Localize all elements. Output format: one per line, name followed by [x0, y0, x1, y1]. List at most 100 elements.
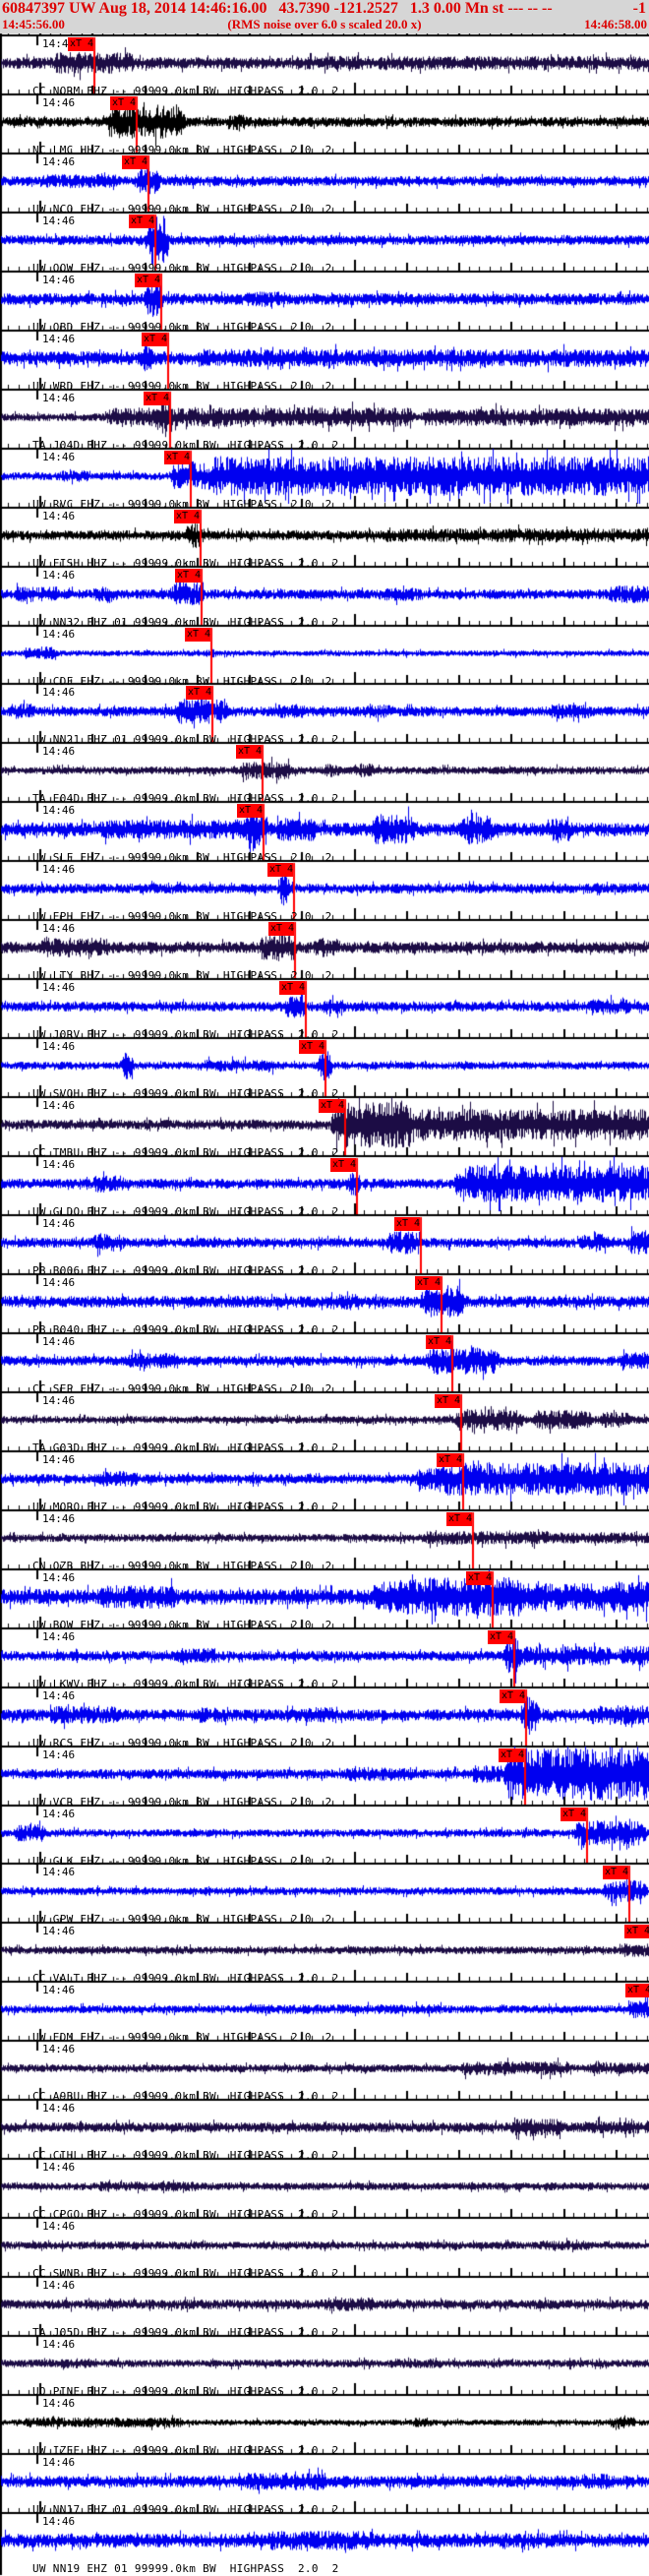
trace-time-label: 14:46 — [42, 2515, 76, 2528]
trace-station-label: CC VALT BHZ -- 99999.0km BW HIGHPASS 2.0… — [32, 1972, 339, 1985]
trace-station-label: UW RCS EHZ -- 99999.0km BW HIGHPASS 2.0 … — [32, 1737, 332, 1749]
trace-time-label: 14:46 — [42, 686, 76, 699]
pick-flag[interactable]: xT 4 — [236, 745, 262, 759]
trace-time-label: 14:46 — [42, 1808, 76, 1820]
trace-time-label: 14:46 — [42, 804, 76, 817]
trace-time-label: 14:46 — [42, 1394, 76, 1407]
trace-station-label: CC A9BU BHZ -- 99999.0km BW HIGHPASS 2.0… — [32, 2090, 339, 2103]
pick-flag[interactable]: xT 4 — [319, 1099, 344, 1113]
trace-time-label: 14:46 — [42, 392, 76, 404]
trace-time-label: 14:46 — [42, 1689, 76, 1702]
pick-flag[interactable]: xT 4 — [330, 1158, 356, 1172]
trace-station-label: UW WRD EHZ -- 99999.0km BW HIGHPASS 2.0 … — [32, 380, 332, 393]
pick-flag[interactable]: xT 4 — [499, 1748, 524, 1762]
trace-time-label: 14:46 — [42, 2456, 76, 2469]
trace-time-label: 14:46 — [42, 1512, 76, 1525]
pick-flag[interactable]: xT 4 — [185, 628, 210, 642]
pick-flag[interactable]: xT 4 — [237, 804, 263, 818]
pick-flag[interactable]: xT 4 — [267, 863, 293, 877]
trace-time-label: 14:46 — [42, 155, 76, 168]
pick-flag[interactable]: xT 4 — [175, 569, 201, 583]
trace-station-label: CC SWNB BHZ -- 99999.0km BW HIGHPASS 2.0… — [32, 2267, 339, 2280]
trace-time-label: 14:46 — [42, 1158, 76, 1171]
pick-flag[interactable]: xT 4 — [122, 155, 148, 169]
trace-station-label: UW GPW EHZ -- 99999.0km BW HIGHPASS 2.0 … — [32, 1913, 332, 1926]
trace-time-label: 14:46 — [42, 2102, 76, 2115]
trace-time-label: 14:46 — [42, 1099, 76, 1112]
pick-flag[interactable]: xT 4 — [135, 274, 160, 287]
event-header: 60847397 UW Aug 18, 2014 14:46:16.00 43.… — [0, 0, 649, 33]
pick-flag[interactable]: xT 4 — [268, 922, 294, 936]
pick-flag[interactable]: xT 4 — [437, 1453, 462, 1467]
pick-flag[interactable]: xT 4 — [466, 1571, 492, 1585]
pick-flag[interactable]: xT 4 — [625, 1984, 649, 1997]
trace-time-label: 14:46 — [42, 1276, 76, 1289]
trace-time-label: 14:46 — [42, 863, 76, 876]
pick-flag[interactable]: xT 4 — [186, 686, 211, 700]
trace-time-label: 14:46 — [42, 2338, 76, 2351]
pick-flag[interactable]: xT 4 — [560, 1808, 586, 1821]
pick-flag[interactable]: xT 4 — [174, 510, 200, 523]
trace-time-label: 14:46 — [42, 274, 76, 286]
pick-flag[interactable]: xT 4 — [624, 1925, 649, 1938]
trace-station-label: UW NN21 EHZ 01 99999.0km BW HIGHPASS 2.0… — [32, 733, 339, 746]
pick-flag[interactable]: xT 4 — [299, 1040, 324, 1054]
trace-time-label: 14:46 — [42, 1984, 76, 1996]
trace-time-label: 14:46 — [42, 333, 76, 345]
event-summary: 60847397 UW Aug 18, 2014 14:46:16.00 43.… — [2, 0, 553, 17]
trace-station-label: UW VCR EHZ -- 99999.0km BW HIGHPASS 2.0 … — [32, 1796, 332, 1809]
trace-time-label: 14:46 — [42, 1630, 76, 1643]
trace-time-label: 14:46 — [42, 1453, 76, 1466]
trace-time-label: 14:46 — [42, 1866, 76, 1878]
pick-flag[interactable]: xT 4 — [603, 1866, 628, 1879]
trace-time-label: 14:46 — [42, 215, 76, 227]
trace-time-label: 14:46 — [42, 1748, 76, 1761]
pick-flag[interactable]: xT 4 — [394, 1217, 420, 1231]
trace-time-label: 14:46 — [42, 2397, 76, 2410]
trace-station-label: UW IZEE HHZ -- 99999.0km BW HIGHPASS 2.0… — [32, 2444, 339, 2457]
trace-time-label: 14:46 — [42, 1335, 76, 1348]
pick-flag[interactable]: xT 4 — [144, 392, 169, 405]
trace-time-label: 14:46 — [42, 2279, 76, 2292]
trace-station-label: UW SVQH EHZ -- 99999.0km BW HIGHPASS 2.0… — [32, 1087, 339, 1100]
trace-station-label: UW GLDO EHZ -- 99999.0km BW HIGHPASS 2.0… — [32, 1205, 339, 1218]
pick-flag[interactable]: xT 4 — [279, 981, 305, 995]
trace-time-label: 14:46 — [42, 2161, 76, 2174]
trace-station-label: CC CIHL BHZ -- 99999.0km BW HIGHPASS 2.0… — [32, 2149, 339, 2162]
trace-station-label: UW CDF EHZ -- 99999.0km BW HIGHPASS 2.0 … — [32, 675, 332, 688]
pick-flag[interactable]: xT 4 — [426, 1335, 451, 1349]
trace-station-label: UW NCO EHZ -- 99999.0km BW HIGHPASS 2.0 … — [32, 203, 332, 215]
trace-station-label: UW EDM EHZ -- 99999.0km BW HIGHPASS 2.0 … — [32, 2031, 332, 2044]
trace-time-label: 14:46 — [42, 2043, 76, 2055]
trace-station-label: UW LKWV EHZ -- 99999.0km BW HIGHPASS 2.0… — [32, 1678, 339, 1690]
trace-time-label: 14:46 — [42, 451, 76, 463]
pick-flag[interactable]: xT 4 — [142, 333, 167, 346]
pick-flag[interactable]: xT 4 — [446, 1512, 472, 1526]
trace-station-label: CN OZB BHZ -- 99999.0km BW HIGHPASS 2.0 … — [32, 1560, 332, 1572]
pick-flag[interactable]: xT 4 — [488, 1630, 513, 1644]
trace-station-label: CC TMBU BHZ -- 99999.0km BW HIGHPASS 2.0… — [32, 1146, 339, 1159]
trace-station-label: UW BOW EHZ -- 99999.0km BW HIGHPASS 2.0 … — [32, 1619, 332, 1631]
trace-station-label: UW OOW EHZ -- 99999.0km BW HIGHPASS 2.0 … — [32, 262, 332, 275]
pick-flag[interactable]: xT 4 — [500, 1689, 525, 1703]
pick-flag[interactable]: xT 4 — [110, 96, 136, 110]
trace-station-label: UW J0RV EHZ -- 99999.0km BW HIGHPASS 2.0… — [32, 1028, 339, 1041]
trace-station-label: UO PINE BHZ -- 99999.0km BW HIGHPASS 2.0… — [32, 2385, 339, 2398]
trace-station-label: NC LMC HHZ -- 99999.0km BW HIGHPASS 2.0 … — [32, 144, 332, 156]
trace-time-label: 14:46 — [42, 1217, 76, 1230]
trace-station-label: PB B006 EHZ -- 99999.0km BW HIGHPASS 2.0… — [32, 1264, 339, 1277]
trace-time-label: 14:46 — [42, 510, 76, 522]
trace-time-label: 14:46 — [42, 922, 76, 935]
pick-flag[interactable]: xT 4 — [415, 1276, 441, 1290]
trace-time-label: 14:46 — [42, 1925, 76, 1937]
pick-flag[interactable]: xT 4 — [435, 1394, 460, 1408]
trace-time-label: 14:46 — [42, 2220, 76, 2233]
trace-station-label: TA E04D BHZ -- 99999.0km BW HIGHPASS 2.0… — [32, 792, 339, 805]
trace-station-label: UW NN19 EHZ 01 99999.0km BW HIGHPASS 2.0… — [32, 2562, 339, 2575]
trace-station-label: CC SEP EHZ -- 99999.0km BW HIGHPASS 2.0 … — [32, 1382, 332, 1395]
trace-station-label: TA J05D BHZ -- 99999.0km BW HIGHPASS 2.0… — [32, 2326, 339, 2339]
trace-station-label: PB B040 EHZ -- 99999.0km BW HIGHPASS 2.0… — [32, 1323, 339, 1336]
pick-flag[interactable]: xT 4 — [164, 451, 190, 464]
pick-flag[interactable]: xT 4 — [68, 37, 93, 51]
pick-flag[interactable]: xT 4 — [129, 215, 154, 228]
